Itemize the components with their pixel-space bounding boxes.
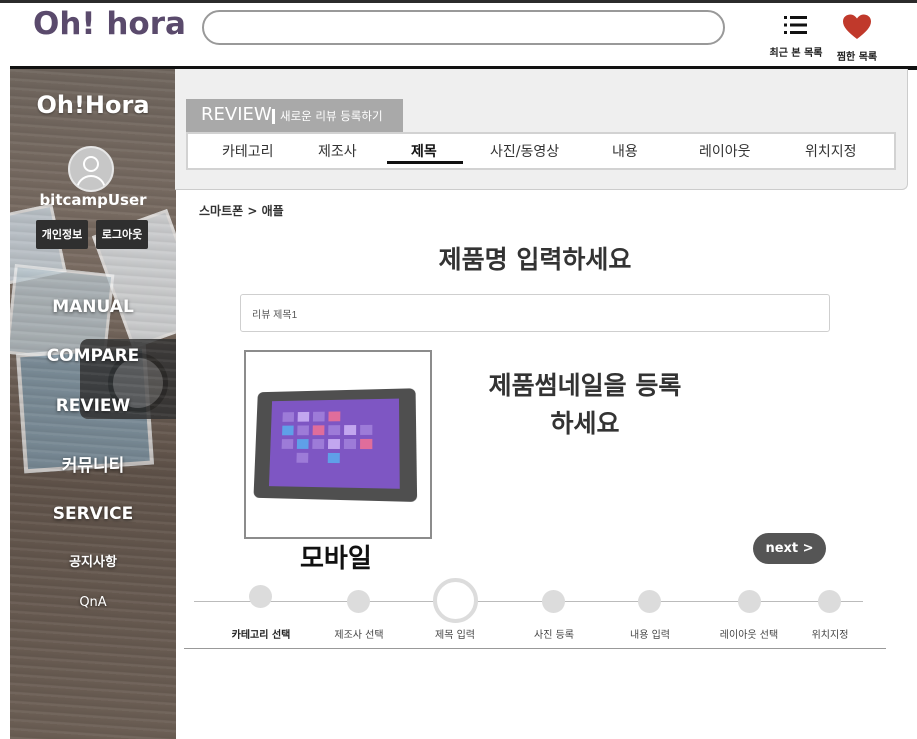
step-dot-layout[interactable] <box>738 590 761 613</box>
breadcrumb: 스마트폰 > 애플 <box>199 204 284 218</box>
review-tag-subtitle: 새로운 리뷰 등록하기 <box>280 109 383 123</box>
step-label-layout: 레이아웃 선택 <box>719 630 779 641</box>
list-icon <box>784 16 807 34</box>
step-dot-category[interactable] <box>249 585 272 608</box>
step-label-location: 위치지정 <box>811 630 849 641</box>
heart-icon <box>843 14 871 39</box>
logout-button[interactable]: 로그아웃 <box>96 220 148 249</box>
page-title: 제품명 입력하세요 <box>438 245 632 274</box>
tab-location[interactable]: 위치지정 <box>805 141 857 161</box>
username: bitcampUser <box>39 191 147 209</box>
tab-manufacturer[interactable]: 제조사 <box>318 141 357 161</box>
thumbnail-prompt-line2: 하세요 <box>550 409 620 438</box>
step-label-category: 카테고리 선택 <box>231 630 291 641</box>
tab-media[interactable]: 사진/동영상 <box>490 141 559 161</box>
thumbnail-prompt-line1: 제품썸네일을 등록 <box>488 371 682 400</box>
step-dot-content[interactable] <box>638 590 661 613</box>
recent-viewed-button[interactable]: 최근 본 목록 <box>766 14 826 59</box>
top-border <box>0 0 917 3</box>
wishlist-label: 찜한 목록 <box>836 52 878 63</box>
next-button[interactable]: next > <box>753 533 826 564</box>
step-label-content: 내용 입력 <box>630 630 670 641</box>
review-step-tabs: 카테고리 제조사 제목 사진/동영상 내용 레이아웃 위치지정 <box>186 132 896 170</box>
thumbnail-prompt: 제품썸네일을 등록 하세요 <box>460 367 710 443</box>
step-dot-media[interactable] <box>542 590 565 613</box>
tab-content[interactable]: 내용 <box>612 141 638 161</box>
tab-category[interactable]: 카테고리 <box>222 141 274 161</box>
profile-button[interactable]: 개인정보 <box>36 220 88 249</box>
sidebar-item-review[interactable]: REVIEW <box>10 396 176 416</box>
step-label-media: 사진 등록 <box>534 630 574 641</box>
tablet-image <box>253 388 418 502</box>
step-label-title: 제목 입력 <box>435 630 475 641</box>
review-tag-title: REVIEW <box>201 104 272 125</box>
sidebar-item-service[interactable]: SERVICE <box>10 504 176 524</box>
step-dot-location[interactable] <box>818 590 841 613</box>
sidebar-item-compare[interactable]: COMPARE <box>10 346 176 366</box>
review-title-input[interactable] <box>240 294 830 332</box>
sidebar-item-manual[interactable]: MANUAL <box>10 297 176 317</box>
sidebar-title: Oh!Hora <box>36 91 150 119</box>
separator <box>272 109 275 124</box>
site-logo[interactable]: Oh! hora <box>33 6 186 42</box>
step-dot-title-current[interactable] <box>433 578 478 623</box>
active-tab-indicator <box>387 161 463 164</box>
sidebar: Oh!Hora bitcampUser 개인정보 로그아웃 MANUAL COM… <box>10 69 176 739</box>
step-dot-manufacturer[interactable] <box>347 590 370 613</box>
tab-title[interactable]: 제목 <box>411 141 437 161</box>
sidebar-item-notice[interactable]: 공지사항 <box>10 551 176 570</box>
recent-viewed-label: 최근 본 목록 <box>769 48 823 59</box>
tab-layout[interactable]: 레이아웃 <box>699 141 751 161</box>
wishlist-button[interactable]: 찜한 목록 <box>827 14 887 63</box>
step-progress-line <box>194 601 863 602</box>
review-tag: REVIEW 새로운 리뷰 등록하기 <box>186 99 403 132</box>
avatar-icon <box>68 146 114 192</box>
category-label: 모바일 <box>300 544 372 574</box>
sidebar-item-qna[interactable]: QnA <box>10 595 176 610</box>
search-input[interactable] <box>202 10 725 45</box>
step-label-manufacturer: 제조사 선택 <box>334 630 384 641</box>
bottom-divider <box>184 648 886 649</box>
sidebar-item-community[interactable]: 커뮤니티 <box>10 451 176 476</box>
